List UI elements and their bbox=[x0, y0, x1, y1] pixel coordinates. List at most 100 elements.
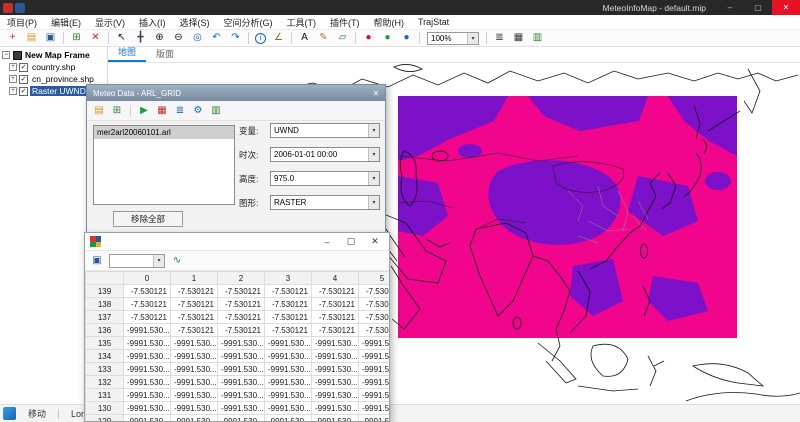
cell[interactable]: -9991.530... bbox=[311, 349, 359, 363]
draw-data-icon[interactable]: ▶ bbox=[136, 103, 152, 119]
cell[interactable]: -9991.530... bbox=[217, 414, 265, 421]
cell[interactable]: -7.530121 bbox=[170, 310, 218, 324]
column-header[interactable] bbox=[85, 271, 124, 285]
layers-icon[interactable]: ▦ bbox=[154, 103, 170, 119]
cell[interactable]: -7.530121 bbox=[311, 310, 359, 324]
add-layer-icon[interactable]: ⊞ bbox=[67, 31, 86, 46]
cell[interactable]: -9991.530... bbox=[170, 414, 218, 421]
chevron-down-icon[interactable]: ▾ bbox=[368, 124, 379, 137]
cell[interactable]: -9991.530... bbox=[358, 349, 389, 363]
cell[interactable]: -9991.530... bbox=[358, 375, 389, 389]
remove-layer-icon[interactable]: ✕ bbox=[86, 31, 105, 46]
minimize-button[interactable]: – bbox=[716, 0, 744, 15]
cell[interactable]: -7.530121 bbox=[264, 297, 312, 311]
expand-icon[interactable]: + bbox=[9, 63, 17, 71]
menu-item[interactable]: 插件(T) bbox=[323, 16, 367, 29]
cell[interactable]: -9991.530... bbox=[170, 401, 218, 415]
cell[interactable]: -9991.530... bbox=[217, 349, 265, 363]
file-list[interactable]: mer2arl20060101.arl bbox=[93, 125, 235, 205]
expand-icon[interactable]: + bbox=[9, 75, 17, 83]
table-minimize-button[interactable]: – bbox=[315, 233, 339, 251]
row-header[interactable]: 136 bbox=[85, 323, 124, 337]
cell[interactable]: -9991.530... bbox=[264, 414, 312, 421]
map-frame-node[interactable]: − New Map Frame bbox=[0, 49, 107, 61]
data-list-icon[interactable]: ≣ bbox=[172, 103, 188, 119]
table-row[interactable]: 130 -9991.530... -9991.530... -9991.530... -… bbox=[85, 401, 389, 415]
pan-icon[interactable]: ╋ bbox=[131, 31, 150, 46]
cell[interactable]: -9991.530... bbox=[264, 401, 312, 415]
zoom-out-icon[interactable]: ⊖ bbox=[169, 31, 188, 46]
cell[interactable]: -9991.530... bbox=[311, 414, 359, 421]
menu-item[interactable]: 插入(I) bbox=[132, 16, 173, 29]
table-row[interactable]: 135 -9991.530... -9991.530... -9991.530... -… bbox=[85, 336, 389, 350]
chevron-down-icon[interactable]: ▾ bbox=[368, 196, 379, 209]
cell[interactable]: -7.530121 bbox=[311, 323, 359, 337]
file-item[interactable]: mer2arl20060101.arl bbox=[94, 126, 234, 139]
row-header[interactable]: 134 bbox=[85, 349, 124, 363]
grid-icon[interactable]: ▦ bbox=[509, 31, 528, 46]
table-row[interactable]: 134 -9991.530... -9991.530... -9991.530... -… bbox=[85, 349, 389, 363]
time-combo[interactable]: 2006-01-01 00:00 ▾ bbox=[270, 147, 380, 162]
label-icon[interactable]: ≣ bbox=[490, 31, 509, 46]
cell[interactable]: -7.530121 bbox=[358, 323, 389, 337]
cell[interactable]: -7.530121 bbox=[217, 297, 265, 311]
menu-item[interactable]: 空间分析(G) bbox=[217, 16, 280, 29]
variable-combo[interactable]: UWND ▾ bbox=[270, 123, 380, 138]
chevron-down-icon[interactable]: ▾ bbox=[368, 148, 379, 161]
row-header[interactable]: 133 bbox=[85, 362, 124, 376]
zoom-in-icon[interactable]: ⊕ bbox=[150, 31, 169, 46]
meteo-dialog-titlebar[interactable]: Meteo Data - ARL_GRID ✕ bbox=[87, 85, 385, 101]
polygon-icon[interactable]: ▱ bbox=[333, 31, 352, 46]
save-icon[interactable]: ▣ bbox=[89, 253, 105, 269]
chevron-down-icon[interactable]: ▾ bbox=[368, 172, 379, 185]
cell[interactable]: -9991.530... bbox=[358, 336, 389, 350]
close-button[interactable]: ✕ bbox=[772, 0, 800, 15]
table-close-button[interactable]: ✕ bbox=[363, 233, 387, 251]
cell[interactable]: -9991.530... bbox=[264, 388, 312, 402]
remove-all-button[interactable]: 移除全部 bbox=[113, 211, 183, 227]
collapse-icon[interactable]: − bbox=[2, 51, 10, 59]
column-header[interactable]: 4 bbox=[311, 271, 359, 285]
zoom-combo[interactable]: 100% ▾ bbox=[427, 31, 479, 45]
cell[interactable]: -7.530121 bbox=[170, 323, 218, 337]
cell[interactable]: -9991.530... bbox=[358, 414, 389, 421]
table-window-titlebar[interactable]: – ▢ ✕ bbox=[85, 233, 389, 251]
cell[interactable]: -7.530121 bbox=[217, 323, 265, 337]
cell[interactable]: -9991.530... bbox=[170, 388, 218, 402]
layer-checkbox[interactable]: ✓ bbox=[19, 74, 28, 84]
table-combo[interactable]: ▾ bbox=[109, 253, 165, 268]
row-header[interactable]: 132 bbox=[85, 375, 124, 389]
cell[interactable]: -9991.530... bbox=[123, 362, 171, 376]
menu-item[interactable]: 选择(S) bbox=[173, 16, 217, 29]
layer-checkbox[interactable]: ✓ bbox=[19, 86, 28, 96]
add-data-icon[interactable]: ⊞ bbox=[109, 103, 125, 119]
cell[interactable]: -7.530121 bbox=[264, 323, 312, 337]
cell[interactable]: -9991.530... bbox=[264, 375, 312, 389]
identify-icon[interactable]: i bbox=[255, 32, 266, 44]
cell[interactable]: -9991.530... bbox=[170, 336, 218, 350]
row-header[interactable]: 138 bbox=[85, 297, 124, 311]
cell[interactable]: -9991.530... bbox=[170, 349, 218, 363]
full-extent-icon[interactable]: ◎ bbox=[188, 31, 207, 46]
cell[interactable]: -9991.530... bbox=[123, 414, 171, 421]
cell[interactable]: -9991.530... bbox=[311, 336, 359, 350]
draw-pencil-icon[interactable]: ✎ bbox=[314, 31, 333, 46]
table-row[interactable]: 131 -9991.530... -9991.530... -9991.530... -… bbox=[85, 388, 389, 402]
cell[interactable]: -9991.530... bbox=[123, 401, 171, 415]
row-header[interactable]: 130 bbox=[85, 401, 124, 415]
table-row[interactable]: 139 -7.530121 -7.530121 -7.530121 -7.530121-… bbox=[85, 284, 389, 298]
meteo-close-button[interactable]: ✕ bbox=[367, 85, 385, 101]
column-header[interactable]: 0 bbox=[123, 271, 171, 285]
table-row[interactable]: 137 -7.530121 -7.530121 -7.530121 -7.530121-… bbox=[85, 310, 389, 324]
point-green-icon[interactable]: ● bbox=[378, 31, 397, 46]
cell[interactable]: -7.530121 bbox=[358, 297, 389, 311]
cell[interactable]: -7.530121 bbox=[123, 284, 171, 298]
cell[interactable]: -7.530121 bbox=[170, 284, 218, 298]
menu-item[interactable]: 显示(V) bbox=[88, 16, 132, 29]
cell[interactable]: -7.530121 bbox=[311, 284, 359, 298]
new-project-icon[interactable]: + bbox=[3, 31, 22, 46]
cell[interactable]: -7.530121 bbox=[358, 310, 389, 324]
prev-extent-icon[interactable]: ↶ bbox=[207, 31, 226, 46]
layer-checkbox[interactable]: ✓ bbox=[19, 62, 28, 72]
level-combo[interactable]: 975.0 ▾ bbox=[270, 171, 380, 186]
